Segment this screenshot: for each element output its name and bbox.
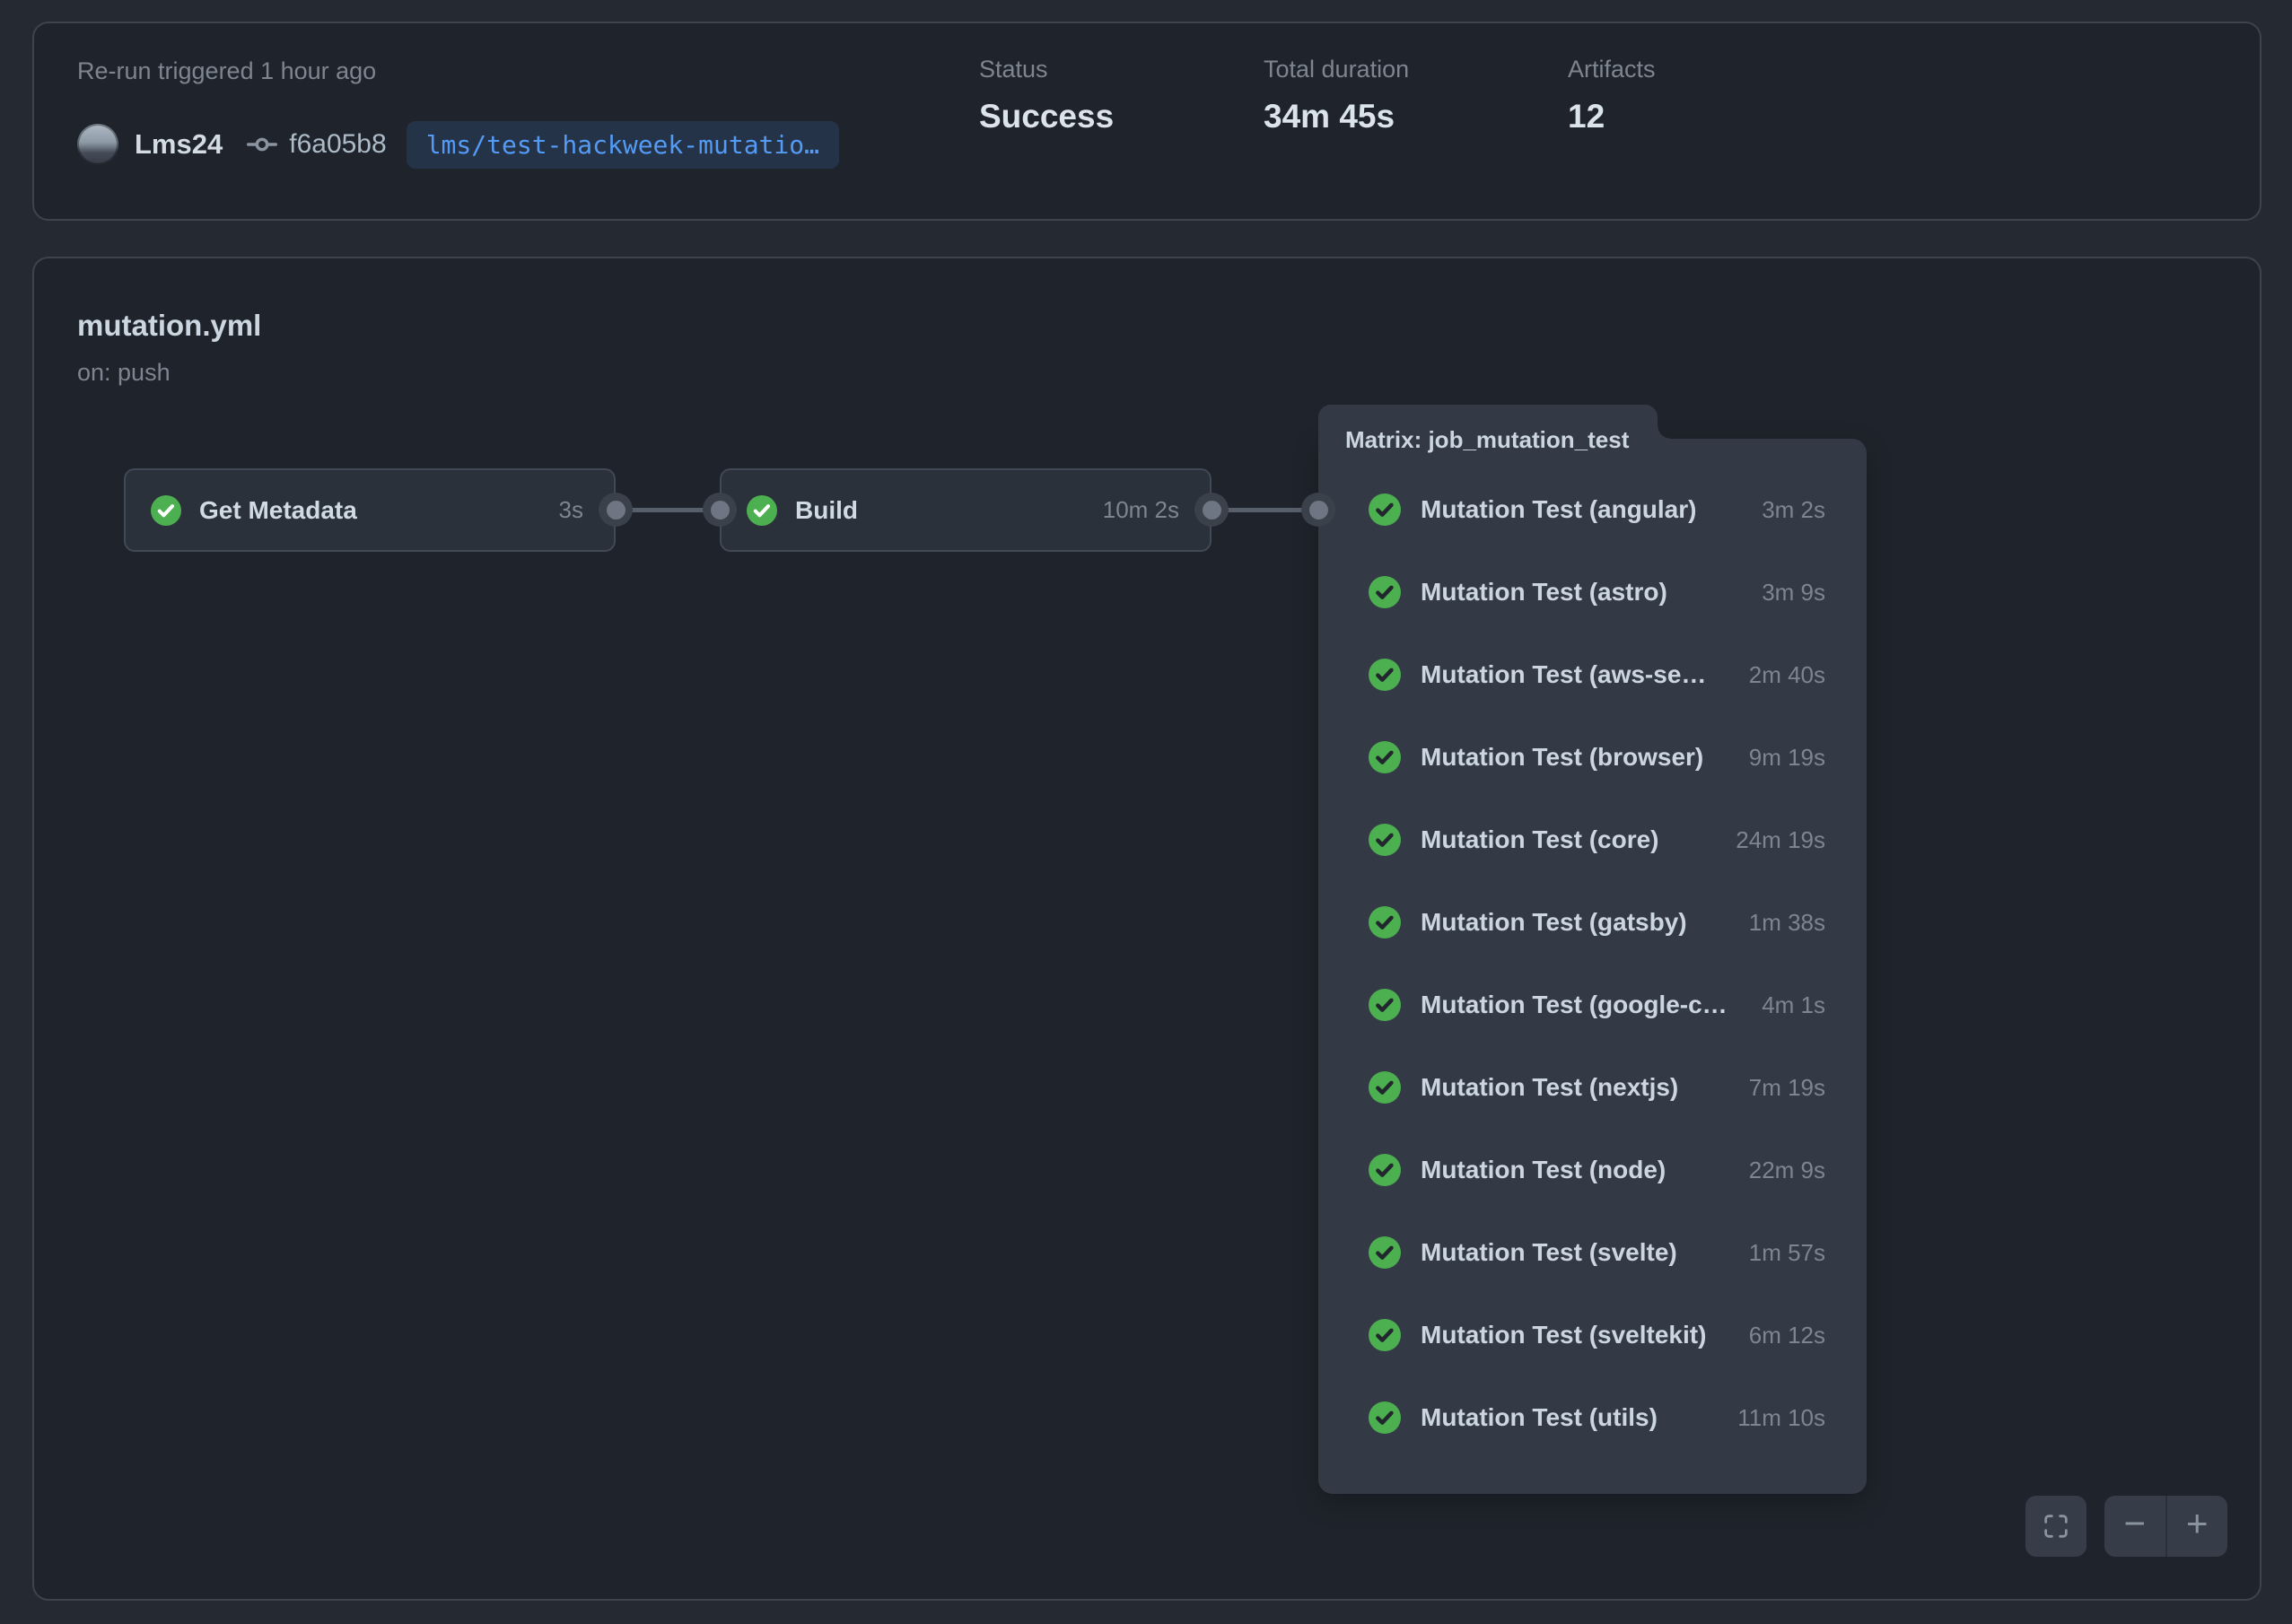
- workflow-file-name: mutation.yml: [77, 309, 261, 343]
- success-check-icon: [1369, 1236, 1401, 1269]
- matrix-job-duration: 24m 19s: [1718, 826, 1825, 854]
- job-node-get-metadata[interactable]: Get Metadata 3s: [124, 468, 616, 552]
- matrix-job-duration: 1m 57s: [1731, 1239, 1825, 1267]
- matrix-job-duration: 6m 12s: [1731, 1322, 1825, 1349]
- matrix-job-name: Mutation Test (nextjs): [1421, 1073, 1678, 1102]
- matrix-job-name: Mutation Test (aws-se…: [1421, 660, 1706, 689]
- success-check-icon: [1369, 741, 1401, 773]
- matrix-job-row[interactable]: Mutation Test (nextjs) 7m 19s: [1369, 1046, 1825, 1129]
- matrix-job-row[interactable]: Mutation Test (core) 24m 19s: [1369, 799, 1825, 881]
- fullscreen-button[interactable]: [2025, 1496, 2086, 1557]
- git-commit-icon: [246, 128, 278, 161]
- success-check-icon: [1369, 493, 1401, 526]
- matrix-group-tab: Matrix: job_mutation_test: [1318, 405, 1658, 475]
- matrix-job-row[interactable]: Mutation Test (google-c… 4m 1s: [1369, 964, 1825, 1046]
- matrix-job-duration: 4m 1s: [1744, 991, 1825, 1019]
- success-check-icon: [1369, 1154, 1401, 1186]
- graph-connector-dot: [1194, 493, 1229, 527]
- success-check-icon: [1369, 576, 1401, 608]
- matrix-job-name: Mutation Test (utils): [1421, 1403, 1658, 1432]
- graph-connector-dot: [703, 493, 737, 527]
- duration-value: 34m 45s: [1264, 98, 1409, 135]
- stat-label: Total duration: [1264, 56, 1409, 83]
- success-check-icon: [1369, 1319, 1401, 1351]
- success-check-icon: [1369, 1401, 1401, 1434]
- matrix-job-row[interactable]: Mutation Test (svelte) 1m 57s: [1369, 1211, 1825, 1294]
- matrix-job-name: Mutation Test (sveltekit): [1421, 1321, 1706, 1349]
- job-node-build[interactable]: Build 10m 2s: [720, 468, 1212, 552]
- job-duration: 10m 2s: [1103, 496, 1179, 524]
- matrix-job-row[interactable]: Mutation Test (gatsby) 1m 38s: [1369, 881, 1825, 964]
- matrix-job-row[interactable]: Mutation Test (sveltekit) 6m 12s: [1369, 1294, 1825, 1376]
- matrix-group-title: Matrix: job_mutation_test: [1318, 426, 1629, 454]
- matrix-job-row[interactable]: Mutation Test (node) 22m 9s: [1369, 1129, 1825, 1211]
- workflow-trigger: on: push: [77, 359, 171, 387]
- zoom-in-button[interactable]: +: [2167, 1496, 2228, 1557]
- matrix-job-duration: 3m 9s: [1744, 579, 1825, 607]
- matrix-job-row[interactable]: Mutation Test (angular) 3m 2s: [1369, 468, 1825, 551]
- avatar[interactable]: [77, 124, 118, 165]
- branch-badge[interactable]: lms/test-hackweek-mutatio…: [407, 121, 839, 169]
- stat-artifacts: Artifacts 12: [1568, 56, 1656, 135]
- stat-status: Status Success: [979, 56, 1114, 135]
- matrix-job-name: Mutation Test (astro): [1421, 578, 1667, 607]
- graph-connector-dot: [599, 493, 633, 527]
- matrix-job-name: Mutation Test (browser): [1421, 743, 1703, 772]
- success-check-icon: [1369, 824, 1401, 856]
- run-trigger-info: Re-run triggered 1 hour ago: [77, 57, 376, 85]
- stat-label: Artifacts: [1568, 56, 1656, 83]
- graph-connector-dot: [1301, 493, 1335, 527]
- job-duration: 3s: [559, 496, 583, 524]
- zoom-out-button[interactable]: −: [2104, 1496, 2165, 1557]
- stat-label: Status: [979, 56, 1114, 83]
- actor-login-link[interactable]: Lms24: [135, 128, 223, 161]
- matrix-job-duration: 1m 38s: [1731, 909, 1825, 937]
- workflow-graph-card: mutation.yml on: push Get Metadata 3s Bu…: [32, 257, 2261, 1601]
- success-check-icon: [1369, 659, 1401, 691]
- matrix-job-row[interactable]: Mutation Test (aws-se… 2m 40s: [1369, 633, 1825, 716]
- matrix-job-duration: 2m 40s: [1731, 661, 1825, 689]
- artifacts-count: 12: [1568, 98, 1656, 135]
- success-check-icon: [1369, 989, 1401, 1021]
- success-check-icon: [747, 495, 777, 526]
- matrix-job-name: Mutation Test (angular): [1421, 495, 1696, 524]
- matrix-group-panel: Mutation Test (angular) 3m 2s Mutation T…: [1318, 439, 1867, 1494]
- matrix-job-row[interactable]: Mutation Test (utils) 11m 10s: [1369, 1376, 1825, 1459]
- matrix-job-name: Mutation Test (google-c…: [1421, 991, 1728, 1019]
- status-value: Success: [979, 98, 1114, 135]
- commit-sha-link[interactable]: f6a05b8: [289, 129, 386, 160]
- job-name: Build: [795, 496, 1103, 525]
- fullscreen-icon: [2042, 1512, 2070, 1541]
- matrix-job-row[interactable]: Mutation Test (astro) 3m 9s: [1369, 551, 1825, 633]
- matrix-job-name: Mutation Test (gatsby): [1421, 908, 1687, 937]
- success-check-icon: [151, 495, 181, 526]
- actor-row: Lms24 f6a05b8 lms/test-hackweek-mutatio…: [77, 117, 839, 172]
- matrix-job-name: Mutation Test (svelte): [1421, 1238, 1677, 1267]
- matrix-job-duration: 3m 2s: [1744, 496, 1825, 524]
- matrix-job-name: Mutation Test (core): [1421, 825, 1658, 854]
- zoom-control: − +: [2104, 1496, 2227, 1557]
- matrix-job-row[interactable]: Mutation Test (browser) 9m 19s: [1369, 716, 1825, 799]
- matrix-job-duration: 7m 19s: [1731, 1074, 1825, 1102]
- success-check-icon: [1369, 906, 1401, 939]
- stat-total-duration: Total duration 34m 45s: [1264, 56, 1409, 135]
- matrix-job-duration: 9m 19s: [1731, 744, 1825, 772]
- matrix-job-duration: 22m 9s: [1731, 1157, 1825, 1184]
- matrix-job-duration: 11m 10s: [1719, 1404, 1825, 1432]
- matrix-job-name: Mutation Test (node): [1421, 1156, 1666, 1184]
- run-summary-card: Re-run triggered 1 hour ago Lms24 f6a05b…: [32, 22, 2261, 221]
- success-check-icon: [1369, 1071, 1401, 1104]
- job-name: Get Metadata: [199, 496, 559, 525]
